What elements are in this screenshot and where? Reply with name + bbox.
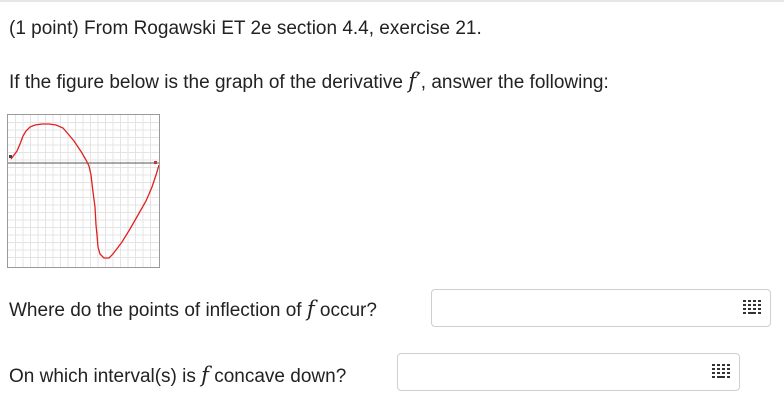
- keypad-grid-icon[interactable]: [742, 299, 762, 317]
- question-math-f: f: [306, 297, 315, 321]
- prompt-text-after: , answer the following:: [420, 72, 609, 93]
- problem-header: (1 point) From Rogawski ET 2e section 4.…: [9, 18, 482, 39]
- prompt-text-before: If the figure below is the graph of the …: [9, 72, 409, 93]
- concave-down-answer-field[interactable]: [397, 353, 740, 391]
- question-text-after: concave down?: [208, 366, 347, 387]
- question-concave-down: On which interval(s) is f concave down?: [9, 363, 346, 388]
- question-text-before: Where do the points of inflection of: [9, 300, 307, 321]
- inflection-answer-field[interactable]: [431, 289, 771, 327]
- problem-prompt: If the figure below is the graph of the …: [9, 69, 609, 94]
- inflection-answer-input[interactable]: [433, 291, 769, 325]
- concave-down-answer-input[interactable]: [399, 355, 738, 389]
- derivative-graph: [7, 114, 160, 268]
- question-math-f: f: [201, 363, 209, 387]
- prompt-math-fprime: f′: [408, 69, 421, 93]
- question-inflection-points: Where do the points of inflection of f o…: [9, 297, 377, 322]
- keypad-grid-icon[interactable]: [711, 363, 731, 381]
- question-text-before: On which interval(s) is: [9, 366, 202, 387]
- derivative-graph-svg: [8, 115, 160, 267]
- top-divider: [0, 0, 784, 2]
- question-text-after: occur?: [314, 300, 377, 321]
- graph-grid: [8, 115, 159, 267]
- axis-marker-left: [9, 155, 12, 158]
- derivative-curve: [10, 123, 160, 259]
- axis-marker-right: [154, 161, 157, 164]
